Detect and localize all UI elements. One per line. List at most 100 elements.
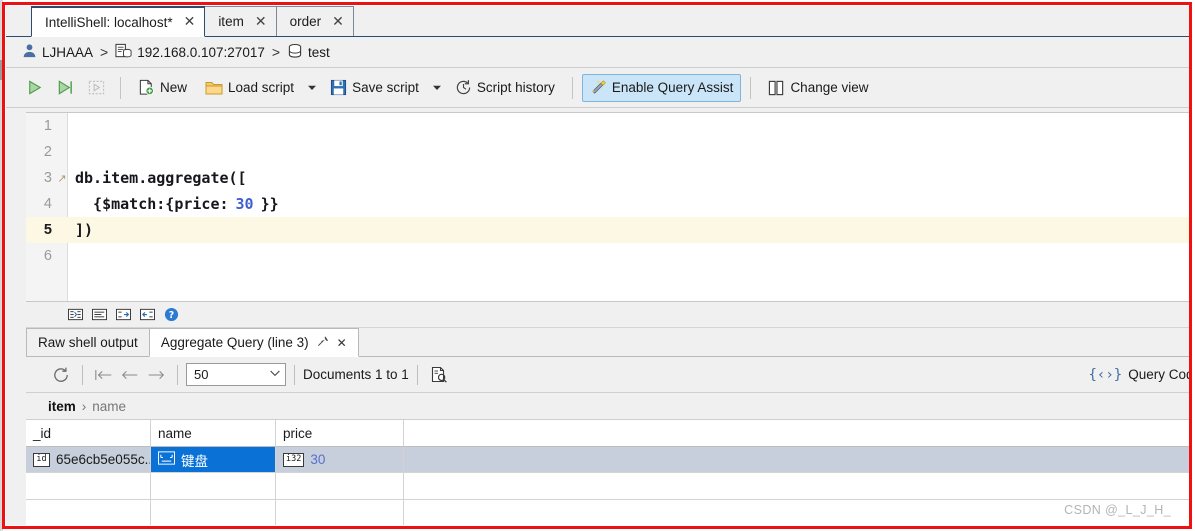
empty-cell xyxy=(151,500,276,525)
type-badge-id: id xyxy=(33,452,50,467)
run-button[interactable] xyxy=(20,74,49,102)
format-icon[interactable] xyxy=(68,307,83,322)
enable-query-assist-label: Enable Query Assist xyxy=(611,80,734,95)
empty-cell xyxy=(276,500,404,525)
change-view-label: Change view xyxy=(790,80,869,95)
align-icon[interactable] xyxy=(92,307,107,322)
code-text: {$match:{price: xyxy=(75,195,229,213)
load-script-button[interactable]: Load script xyxy=(197,74,302,102)
line-number: 4 xyxy=(43,196,52,212)
svg-text:?: ? xyxy=(169,310,174,321)
results-panel: Raw shell output Aggregate Query (line 3… xyxy=(26,328,1189,525)
toolbar-divider xyxy=(120,76,121,99)
refresh-icon[interactable] xyxy=(48,366,74,384)
grid-empty-row[interactable] xyxy=(26,473,1189,500)
document-search-icon[interactable] xyxy=(426,366,452,384)
results-tab-label: Aggregate Query (line 3) xyxy=(160,335,309,350)
breadcrumb-separator: > xyxy=(100,44,109,60)
script-history-button[interactable]: Script history xyxy=(447,74,563,102)
indent-right-icon[interactable] xyxy=(116,307,131,322)
save-script-dropdown-caret[interactable] xyxy=(429,75,445,101)
run-selection-button[interactable] xyxy=(82,74,111,102)
intellishell-window: IntelliShell: localhost* ✕ item ✕ order … xyxy=(6,6,1189,525)
chevron-down-icon xyxy=(270,370,280,379)
column-header-price[interactable]: price xyxy=(276,420,404,447)
script-editor[interactable]: 1 2 3 ↗ db.item.aggregate([ 4 {$match:{p… xyxy=(26,112,1189,302)
watermark: CSDN @_L_J_H_ xyxy=(1064,503,1171,517)
code-line: 1 xyxy=(26,113,1189,139)
close-icon[interactable]: ✕ xyxy=(184,15,196,29)
toolbar-divider-4 xyxy=(416,364,418,385)
grid-empty-row[interactable] xyxy=(26,500,1189,525)
page-size-select[interactable]: 50 xyxy=(186,363,286,386)
tab-raw-shell-output[interactable]: Raw shell output xyxy=(26,328,150,356)
path-separator: › xyxy=(81,398,87,414)
braces-icon: {‹›} xyxy=(1088,366,1123,383)
code-text-tail: }} xyxy=(260,195,279,213)
fold-marker[interactable]: ↗ xyxy=(56,172,68,185)
table-row[interactable]: id 65e6cb5e055c... 键盘 i32 30 xyxy=(26,447,1189,473)
result-field-path: item › name xyxy=(26,393,1189,420)
pin-icon[interactable] xyxy=(317,335,329,350)
save-script-label: Save script xyxy=(352,80,419,95)
empty-cell xyxy=(276,473,404,500)
path-field: name xyxy=(92,398,127,414)
type-badge-int32: i32 xyxy=(283,452,305,467)
cell-name[interactable]: 键盘 xyxy=(151,447,276,473)
new-script-button[interactable]: New xyxy=(130,74,195,102)
cell-id[interactable]: id 65e6cb5e055c... xyxy=(26,447,151,473)
column-header-name[interactable]: name xyxy=(151,420,276,447)
column-header-id[interactable]: _id xyxy=(26,420,151,447)
cell-value: 65e6cb5e055c... xyxy=(56,452,151,467)
editor-code-area[interactable]: 1 2 3 ↗ db.item.aggregate([ 4 {$match:{p… xyxy=(26,113,1189,301)
tab-order[interactable]: order ✕ xyxy=(275,6,354,36)
save-script-button[interactable]: Save script xyxy=(322,74,427,102)
line-number: 1 xyxy=(43,118,52,134)
load-script-label: Load script xyxy=(228,80,295,95)
run-to-cursor-button[interactable] xyxy=(51,74,80,102)
next-page-button[interactable] xyxy=(143,368,169,382)
load-script-dropdown-caret[interactable] xyxy=(304,75,320,101)
main-toolbar: New Load script Save script Script histo… xyxy=(6,68,1189,108)
close-icon[interactable]: ✕ xyxy=(337,336,347,350)
documents-count-label: Documents 1 to 1 xyxy=(303,367,409,382)
tab-intellishell-localhost[interactable]: IntelliShell: localhost* ✕ xyxy=(31,6,206,37)
toolbar-divider-3 xyxy=(294,364,295,385)
window-left-edge-tick xyxy=(0,60,4,80)
breadcrumb-separator-2: > xyxy=(271,44,281,60)
close-icon[interactable]: ✕ xyxy=(255,15,267,29)
tab-aggregate-query[interactable]: Aggregate Query (line 3) ✕ xyxy=(148,328,359,357)
empty-cell xyxy=(26,500,151,525)
code-line: 6 xyxy=(26,243,1189,269)
previous-page-button[interactable] xyxy=(117,368,143,382)
query-code-label: Query Code xyxy=(1128,367,1189,382)
new-script-label: New xyxy=(160,80,188,95)
toolbar-divider xyxy=(82,364,83,385)
line-number: 3 xyxy=(43,170,52,186)
page-size-value: 50 xyxy=(194,367,209,382)
toolbar-divider-3 xyxy=(750,76,752,99)
breadcrumb-user[interactable]: LJHAAA xyxy=(42,45,93,60)
help-icon[interactable]: ? xyxy=(164,307,179,322)
tab-item[interactable]: item ✕ xyxy=(204,6,277,36)
query-code-button[interactable]: {‹›} Query Code xyxy=(1088,367,1189,383)
results-tab-label: Raw shell output xyxy=(38,335,138,350)
results-grid: _id name price id 65e6cb5e055c... 键盘 i32 xyxy=(26,420,1189,525)
line-number: 2 xyxy=(43,144,52,160)
breadcrumb: LJHAAA > 192.168.0.107:27017 > test xyxy=(6,37,1189,68)
close-icon[interactable]: ✕ xyxy=(332,15,344,29)
enable-query-assist-button[interactable]: Enable Query Assist xyxy=(581,73,742,102)
empty-cell xyxy=(26,473,151,500)
script-history-label: Script history xyxy=(476,80,555,95)
breadcrumb-server[interactable]: 192.168.0.107:27017 xyxy=(137,45,265,60)
tab-label: order xyxy=(289,14,322,29)
change-view-button[interactable]: Change view xyxy=(760,74,876,102)
editor-tab-bar: IntelliShell: localhost* ✕ item ✕ order … xyxy=(6,6,1189,37)
empty-cell xyxy=(404,473,1189,500)
indent-left-icon[interactable] xyxy=(140,307,155,322)
path-collection: item xyxy=(48,398,76,414)
first-page-button[interactable] xyxy=(91,368,117,382)
breadcrumb-database[interactable]: test xyxy=(308,45,330,60)
cell-price[interactable]: i32 30 xyxy=(276,447,404,473)
code-number-literal: 30 xyxy=(235,195,254,213)
